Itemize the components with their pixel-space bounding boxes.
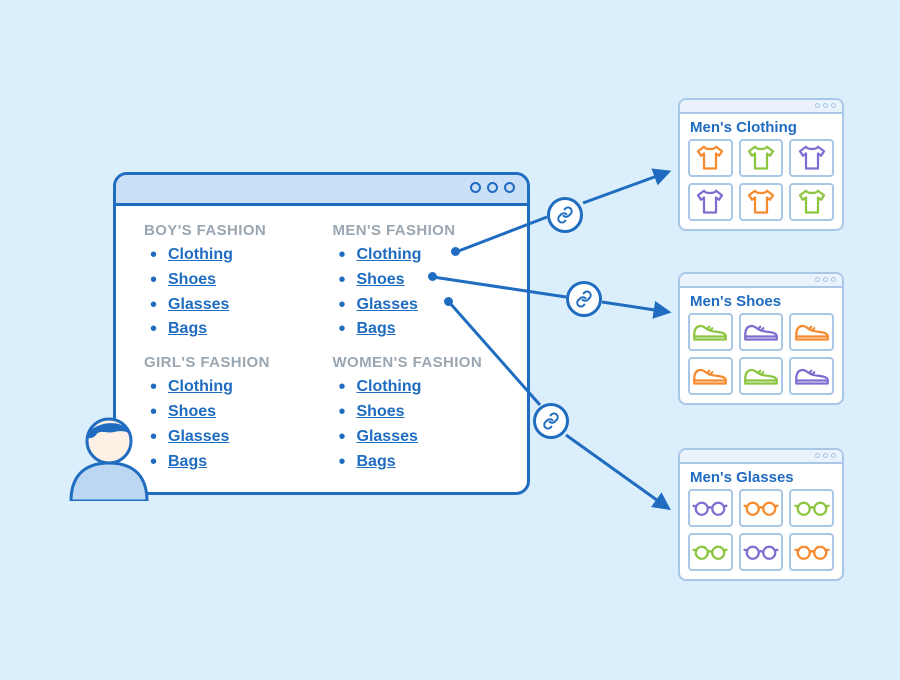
target-glasses-grid <box>680 489 842 579</box>
link-womens-glasses[interactable]: Glasses <box>357 428 418 445</box>
window-controls <box>470 182 515 193</box>
link-womens-shoes[interactable]: Shoes <box>357 403 405 420</box>
category-list-boys: Clothing Shoes Glasses Bags <box>144 243 325 342</box>
category-list-girls: Clothing Shoes Glasses Bags <box>144 375 325 474</box>
link-icon <box>566 281 602 317</box>
category-list-womens: Clothing Shoes Glasses Bags <box>333 375 514 474</box>
category-heading-womens: WOMEN'S FASHION <box>333 354 514 371</box>
window-controls <box>815 103 836 108</box>
window-controls <box>815 453 836 458</box>
product-tile-tshirt[interactable] <box>739 183 784 221</box>
link-girls-bags[interactable]: Bags <box>168 453 207 470</box>
origin-dot-clothing <box>451 247 460 256</box>
target-shoes-grid <box>680 313 842 403</box>
main-window-titlebar <box>116 175 527 206</box>
product-tile-tshirt[interactable] <box>688 139 733 177</box>
link-icon <box>533 403 569 439</box>
link-womens-clothing[interactable]: Clothing <box>357 378 422 395</box>
target-glasses-titlebar <box>680 450 842 464</box>
origin-dot-glasses <box>444 297 453 306</box>
link-icon <box>547 197 583 233</box>
user-avatar <box>64 407 154 501</box>
product-tile-glasses[interactable] <box>789 533 834 571</box>
link-mens-shoes[interactable]: Shoes <box>357 271 405 288</box>
link-girls-clothing[interactable]: Clothing <box>168 378 233 395</box>
product-tile-sneaker[interactable] <box>789 357 834 395</box>
target-window-clothing: Men's Clothing <box>678 98 844 231</box>
category-boys: BOY'S FASHION Clothing Shoes Glasses Bag… <box>144 222 325 348</box>
category-heading-girls: GIRL'S FASHION <box>144 354 325 371</box>
main-window-content: BOY'S FASHION Clothing Shoes Glasses Bag… <box>116 206 527 480</box>
product-tile-tshirt[interactable] <box>789 139 834 177</box>
link-womens-bags[interactable]: Bags <box>357 453 396 470</box>
link-boys-shoes[interactable]: Shoes <box>168 271 216 288</box>
category-heading-mens: MEN'S FASHION <box>333 222 514 239</box>
link-girls-shoes[interactable]: Shoes <box>168 403 216 420</box>
product-tile-sneaker[interactable] <box>789 313 834 351</box>
product-tile-glasses[interactable] <box>688 533 733 571</box>
target-window-shoes: Men's Shoes <box>678 272 844 405</box>
product-tile-sneaker[interactable] <box>688 357 733 395</box>
product-tile-glasses[interactable] <box>789 489 834 527</box>
link-mens-bags[interactable]: Bags <box>357 320 396 337</box>
link-girls-glasses[interactable]: Glasses <box>168 428 229 445</box>
category-girls: GIRL'S FASHION Clothing Shoes Glasses Ba… <box>144 354 325 480</box>
category-heading-boys: BOY'S FASHION <box>144 222 325 239</box>
target-clothing-titlebar <box>680 100 842 114</box>
category-mens: MEN'S FASHION Clothing Shoes Glasses Bag… <box>333 222 514 348</box>
product-tile-tshirt[interactable] <box>688 183 733 221</box>
target-glasses-title: Men's Glasses <box>680 464 842 489</box>
target-clothing-title: Men's Clothing <box>680 114 842 139</box>
origin-dot-shoes <box>428 272 437 281</box>
link-mens-clothing[interactable]: Clothing <box>357 246 422 263</box>
product-tile-sneaker[interactable] <box>739 313 784 351</box>
link-boys-bags[interactable]: Bags <box>168 320 207 337</box>
product-tile-glasses[interactable] <box>688 489 733 527</box>
product-tile-glasses[interactable] <box>739 533 784 571</box>
product-tile-glasses[interactable] <box>739 489 784 527</box>
main-browser-window: BOY'S FASHION Clothing Shoes Glasses Bag… <box>113 172 530 495</box>
link-boys-clothing[interactable]: Clothing <box>168 246 233 263</box>
target-clothing-grid <box>680 139 842 229</box>
link-mens-glasses[interactable]: Glasses <box>357 296 418 313</box>
window-controls <box>815 277 836 282</box>
target-window-glasses: Men's Glasses <box>678 448 844 581</box>
product-tile-tshirt[interactable] <box>789 183 834 221</box>
target-shoes-title: Men's Shoes <box>680 288 842 313</box>
target-shoes-titlebar <box>680 274 842 288</box>
link-boys-glasses[interactable]: Glasses <box>168 296 229 313</box>
product-tile-sneaker[interactable] <box>688 313 733 351</box>
category-womens: WOMEN'S FASHION Clothing Shoes Glasses B… <box>333 354 514 480</box>
category-list-mens: Clothing Shoes Glasses Bags <box>333 243 514 342</box>
product-tile-tshirt[interactable] <box>739 139 784 177</box>
product-tile-sneaker[interactable] <box>739 357 784 395</box>
